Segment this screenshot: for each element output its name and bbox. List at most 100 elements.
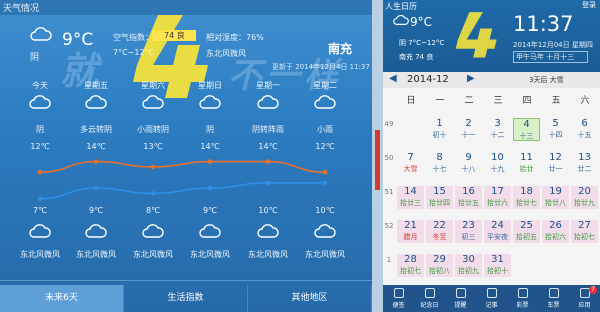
forecast-low: 8℃ xyxy=(145,206,161,215)
calendar-day[interactable]: 17 拾廿六 xyxy=(484,186,511,209)
forecast-wind: 东北风微风 xyxy=(133,250,173,259)
calendar-day[interactable]: 3 十二 xyxy=(484,118,511,141)
temp-point xyxy=(207,159,213,164)
day-number: 20 xyxy=(578,186,591,197)
toolbar-label: 提醒 xyxy=(454,302,467,309)
toolbar-ticket[interactable]: 车票 xyxy=(538,285,569,312)
forecast-condition: 小雨 xyxy=(317,125,333,134)
calendar-day[interactable]: 14 拾廿三 xyxy=(397,186,424,209)
temp-point xyxy=(322,180,328,186)
calendar-day[interactable]: 12 廿一 xyxy=(542,152,569,175)
calendar-day[interactable]: 26 拾初六 xyxy=(542,220,569,243)
weekday-label: 五 xyxy=(551,96,561,106)
day-number: 10 xyxy=(491,152,504,163)
day-number: 26 xyxy=(549,220,562,231)
day-number: 27 xyxy=(578,220,591,231)
toolbar-anniversary[interactable]: 纪念日 xyxy=(414,285,445,312)
calendar-day[interactable]: 28 拾初七 xyxy=(397,254,424,277)
weekday-label: 一 xyxy=(435,96,445,106)
calendar-day[interactable]: 2 十一 xyxy=(455,118,482,141)
toolbar-note[interactable]: 便签 xyxy=(383,285,414,312)
lunar-day: 腊月 xyxy=(403,233,418,241)
humidity: 相对湿度：76% xyxy=(206,33,264,42)
calendar-panel: 人生日历 登录 9°C 阴 7°C~12°C 南充 74 良 11:37 201… xyxy=(383,0,600,312)
next-month-icon[interactable]: ▶ xyxy=(467,73,475,84)
calendar-day[interactable]: 29 拾初八 xyxy=(426,254,453,277)
toolbar-label: 记事 xyxy=(485,302,498,309)
calendar-day[interactable]: 5 十四 xyxy=(542,118,569,141)
forecast-high: 12℃ xyxy=(315,142,335,151)
lunar-day: 十九 xyxy=(490,165,505,173)
day-number: 15 xyxy=(433,186,446,197)
toolbar-apps[interactable]: 7 应用 xyxy=(569,285,600,312)
forecast-day-name: 星期一 xyxy=(256,81,280,90)
lunar-day: 大雪 xyxy=(403,165,418,173)
calendar-day[interactable]: 24 平安夜 xyxy=(484,220,511,243)
day-number: 6 xyxy=(581,118,588,129)
calendar-day[interactable]: 19 拾廿八 xyxy=(542,186,569,209)
calendar-day[interactable]: 7 大雪 xyxy=(397,152,424,175)
forecast-low: 10℃ xyxy=(258,206,278,215)
calendar-day[interactable]: 11 拾廿 xyxy=(513,152,540,175)
toolbar-diary[interactable]: 记事 xyxy=(476,285,507,312)
lunar-day: 拾廿八 xyxy=(545,199,566,207)
ticket-icon xyxy=(548,288,559,298)
toolbar-label: 彩票 xyxy=(516,302,529,309)
calendar-day[interactable]: 16 拾廿五 xyxy=(455,186,482,209)
calendar-day[interactable]: 21 腊月 xyxy=(397,220,424,243)
weather-title: 天气情况 xyxy=(3,4,40,14)
temp-point xyxy=(150,191,156,196)
cloudy-icon xyxy=(257,223,279,243)
lunar-day: 拾初七 xyxy=(574,233,595,241)
window-divider xyxy=(372,0,383,312)
lunar-day: 拾廿六 xyxy=(487,199,508,207)
temp-point xyxy=(37,196,43,201)
city-name[interactable]: 南充 xyxy=(328,40,352,57)
lunar-day: 十一 xyxy=(461,131,476,139)
forecast-condition: 阴转阵雨 xyxy=(252,125,284,134)
calendar-day[interactable]: 9 十八 xyxy=(455,152,482,175)
lunar-day: 拾廿 xyxy=(519,165,534,173)
calendar-day[interactable]: 13 廿二 xyxy=(571,152,598,175)
forecast-wind: 东北风微风 xyxy=(76,250,116,259)
toolbar-lottery[interactable]: 彩票 xyxy=(507,285,538,312)
calendar-day[interactable]: 27 拾初七 xyxy=(571,220,598,243)
forecast-day-name: 今天 xyxy=(32,81,48,90)
calendar-day[interactable]: 8 十七 xyxy=(426,152,453,175)
cloudy-icon xyxy=(85,223,107,243)
tab-other-regions[interactable]: 其他地区 xyxy=(248,285,372,312)
calendar-day[interactable]: 6 十五 xyxy=(571,118,598,141)
forecast-condition: 阴 xyxy=(36,125,44,134)
calendar-day-today[interactable]: 4 十三 xyxy=(513,118,540,141)
tab-next-6-days[interactable]: 未来6天 xyxy=(0,285,124,312)
calendar-day[interactable]: 15 拾廿四 xyxy=(426,186,453,209)
lunar-day: 冬至 xyxy=(432,233,447,241)
calendar-day[interactable]: 18 拾廿七 xyxy=(513,186,540,209)
lunar-day: 平安夜 xyxy=(487,233,508,241)
lunar-day: 拾初九 xyxy=(458,267,479,275)
year-month[interactable]: 2014-12 xyxy=(407,74,449,85)
prev-month-icon[interactable]: ◀ xyxy=(389,73,397,84)
day-number: 7 xyxy=(407,152,414,163)
forecast-high: 14℃ xyxy=(258,142,278,151)
calendar-day[interactable]: 23 初三 xyxy=(455,220,482,243)
lunar-day: 十三 xyxy=(519,132,534,140)
login-link[interactable]: 登录 xyxy=(582,0,596,10)
lunar-day: 拾廿七 xyxy=(516,199,537,207)
toolbar-reminder[interactable]: 提醒 xyxy=(445,285,476,312)
calendar-day[interactable]: 30 拾初九 xyxy=(455,254,482,277)
day-number: 16 xyxy=(462,186,475,197)
tab-life-index[interactable]: 生活指数 xyxy=(124,285,248,312)
cloudy-icon xyxy=(393,14,409,25)
calendar-day[interactable]: 10 十九 xyxy=(484,152,511,175)
calendar-day[interactable]: 1 初十 xyxy=(426,118,453,141)
forecast-wind: 东北风微风 xyxy=(305,250,345,259)
cloudy-icon xyxy=(29,223,51,243)
calendar-day[interactable]: 22 冬至 xyxy=(426,220,453,243)
calendar-day[interactable]: 31 拾初十 xyxy=(484,254,511,277)
weekday-label: 六 xyxy=(580,96,590,106)
calendar-day[interactable]: 20 拾廿九 xyxy=(571,186,598,209)
calendar-day[interactable]: 25 拾初五 xyxy=(513,220,540,243)
day-number: 5 xyxy=(552,118,559,129)
week-number: 50 xyxy=(384,154,394,162)
